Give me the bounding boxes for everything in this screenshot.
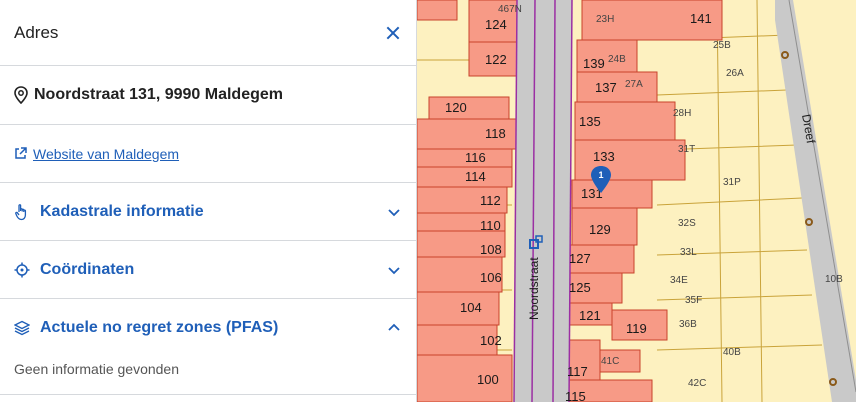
parcel-label: 121 [579, 308, 601, 323]
pfas-content: Geen informatie gevonden [0, 357, 416, 395]
sub-label: 36B [679, 319, 697, 330]
address-row: Noordstraat 131, 9990 Maldegem [0, 66, 416, 125]
parcel-label: 122 [485, 52, 507, 67]
sub-label: 40B [723, 347, 741, 358]
sub-label: 23H [596, 14, 614, 25]
sub-label: 10B [825, 274, 843, 285]
section-kadastrale-informatie[interactable]: Kadastrale informatie [0, 183, 416, 241]
parcel-label: 104 [460, 300, 482, 315]
parcel-label: 118 [485, 126, 506, 141]
sub-label: 31T [678, 144, 695, 155]
parcel-label: 141 [690, 11, 712, 26]
parcel-label: 108 [480, 242, 502, 257]
sub-label: 33L [680, 247, 697, 258]
chevron-down-icon [388, 208, 400, 216]
parcel-label: 106 [480, 270, 502, 285]
street-label-noordstraat: Noordstraat [527, 257, 541, 320]
section-label: Actuele no regret zones (PFAS) [40, 319, 279, 336]
sub-label: 25B [713, 40, 731, 51]
close-icon[interactable] [384, 24, 402, 42]
sub-label: 27A [625, 79, 643, 90]
section-label: Kadastrale informatie [40, 202, 204, 220]
website-link[interactable]: Website van Maldegem [33, 146, 179, 162]
sub-label: 31P [723, 177, 741, 188]
sub-label: 35F [685, 295, 702, 306]
parcel-label: 139 [583, 56, 605, 71]
parcel-label: 125 [569, 280, 591, 295]
parcel-label: 137 [595, 80, 617, 95]
sub-label: 42C [688, 378, 706, 389]
parcel-label: 112 [480, 193, 501, 208]
sub-label: 41C [601, 356, 619, 367]
hand-pointer-icon [15, 203, 27, 220]
sub-label: 467N [498, 4, 522, 15]
info-panel: Adres Noordstraat 131, 9990 Maldegem Web… [0, 0, 417, 402]
parcel-label: 129 [589, 222, 611, 237]
layers-icon [14, 320, 30, 336]
panel-header: Adres [0, 0, 416, 66]
sub-label: 34E [670, 275, 688, 286]
website-row: Website van Maldegem [0, 125, 416, 183]
marker-label: 1 [598, 170, 603, 180]
parcel-label: 117 [567, 364, 588, 379]
crosshair-icon [14, 262, 30, 277]
section-coordinaten[interactable]: Coördinaten [0, 241, 416, 299]
chevron-down-icon [388, 266, 400, 274]
external-link-icon [15, 147, 27, 159]
location-pin-icon [14, 86, 28, 104]
address-text: Noordstraat 131, 9990 Maldegem [34, 86, 283, 103]
sub-label: 24B [608, 54, 626, 65]
parcel-label: 110 [480, 218, 501, 233]
section-pfas[interactable]: Actuele no regret zones (PFAS) [0, 299, 416, 357]
parcel-label: 119 [626, 321, 647, 336]
parcel-label: 133 [593, 149, 615, 164]
parcel-label: 114 [465, 169, 486, 184]
parcel-label: 102 [480, 333, 502, 348]
sub-label: 32S [678, 218, 696, 229]
sub-label: 26A [726, 68, 744, 79]
parcel-label: 127 [569, 251, 591, 266]
sub-label: 28H [673, 108, 691, 119]
panel-title: Adres [14, 22, 59, 42]
section-label: Coördinaten [40, 260, 135, 278]
chevron-up-icon [388, 323, 400, 331]
parcel-label: 135 [579, 114, 601, 129]
parcel-label: 124 [485, 17, 507, 32]
empty-message: Geen informatie gevonden [14, 361, 179, 377]
parcel-label: 116 [465, 150, 486, 165]
parcel-label: 115 [565, 389, 586, 402]
map-canvas[interactable]: 124 122 120 118 116 114 112 110 108 106 … [417, 0, 856, 402]
parcel-label: 100 [477, 372, 499, 387]
map-view[interactable]: 124 122 120 118 116 114 112 110 108 106 … [417, 0, 856, 402]
parcel-label: 120 [445, 100, 467, 115]
